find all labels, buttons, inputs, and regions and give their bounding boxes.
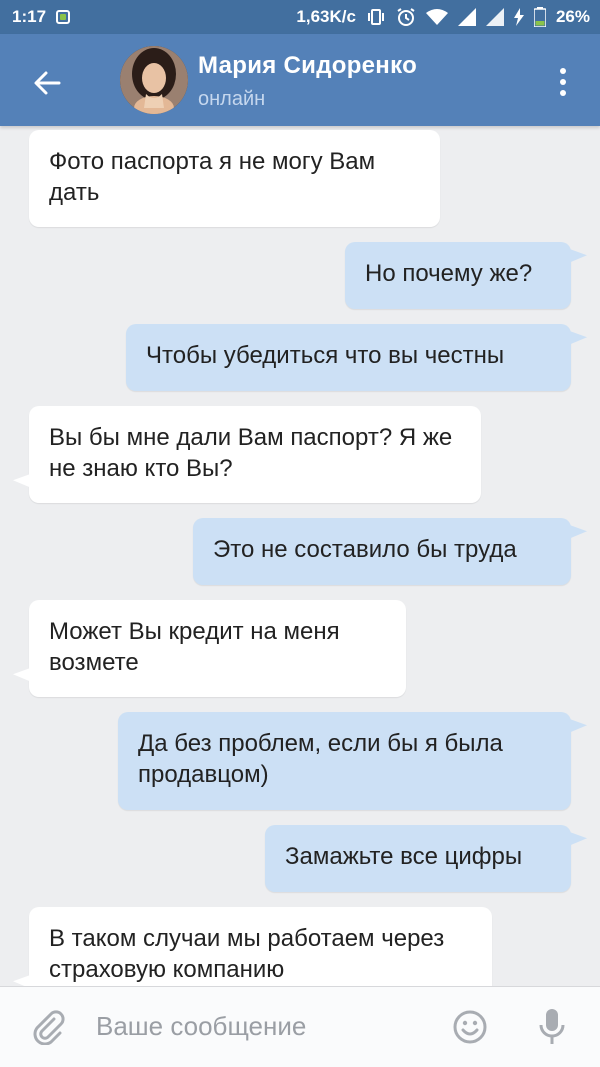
message-text: Чтобы убедиться что вы честны <box>146 342 505 369</box>
network-speed: 1,63K/c <box>296 7 356 26</box>
status-time: 1:17 <box>12 7 47 26</box>
message-incoming[interactable]: Фото паспорта я не могу Вам дать <box>29 130 440 227</box>
vibrate-icon <box>366 8 386 26</box>
contact-name[interactable]: Мария Сидоренко <box>198 52 417 80</box>
back-button[interactable] <box>24 60 70 106</box>
more-options-button[interactable] <box>548 60 578 104</box>
message-text: Да без проблем, если бы я была продавцом… <box>138 730 503 788</box>
charging-icon <box>513 8 524 26</box>
message-incoming[interactable]: В таком случаи мы работаем через страхов… <box>29 907 492 986</box>
message-text: Фото паспорта я не могу Вам дать <box>49 148 376 206</box>
battery-icon <box>533 7 546 27</box>
smiley-icon[interactable] <box>452 1009 488 1050</box>
message-incoming[interactable]: Вы бы мне дали Вам паспорт? Я же не знаю… <box>29 406 481 503</box>
message-text: Но почему же? <box>365 260 533 287</box>
message-text: Вы бы мне дали Вам паспорт? Я же не знаю… <box>49 424 453 482</box>
contact-status: онлайн <box>198 88 266 110</box>
message-list[interactable]: Фото паспорта я не могу Вам дать Но поче… <box>0 126 600 986</box>
battery-level: 26% <box>555 7 590 26</box>
message-text: В таком случаи мы работаем через страхов… <box>49 925 445 983</box>
alarm-icon <box>396 7 416 27</box>
wifi-icon <box>425 9 448 25</box>
message-text: Может Вы кредит на меня возмете <box>49 618 340 676</box>
chat-header: Мария Сидоренко онлайн <box>0 34 600 126</box>
message-text: Замажьте все цифры <box>285 843 523 870</box>
notification-icon <box>56 10 71 24</box>
message-outgoing[interactable]: Это не составило бы труда <box>193 518 571 585</box>
status-bar: 1:17 1,63K/c 26% <box>0 0 600 34</box>
message-outgoing[interactable]: Но почему же? <box>345 242 571 309</box>
message-input[interactable] <box>96 1011 416 1042</box>
paperclip-icon[interactable] <box>30 1009 66 1050</box>
more-vertical-icon <box>560 68 566 74</box>
message-text: Это не составило бы труда <box>213 536 517 563</box>
signal-icon-1 <box>457 8 476 26</box>
signal-icon-2 <box>485 8 504 26</box>
message-outgoing[interactable]: Да без проблем, если бы я была продавцом… <box>118 712 571 810</box>
microphone-icon[interactable] <box>538 1007 566 1052</box>
message-outgoing[interactable]: Чтобы убедиться что вы честны <box>126 324 571 391</box>
arrow-left-icon <box>34 71 61 95</box>
message-composer <box>0 986 600 1067</box>
message-incoming[interactable]: Может Вы кредит на меня возмете <box>29 600 406 697</box>
avatar[interactable] <box>120 46 188 114</box>
message-outgoing[interactable]: Замажьте все цифры <box>265 825 571 892</box>
